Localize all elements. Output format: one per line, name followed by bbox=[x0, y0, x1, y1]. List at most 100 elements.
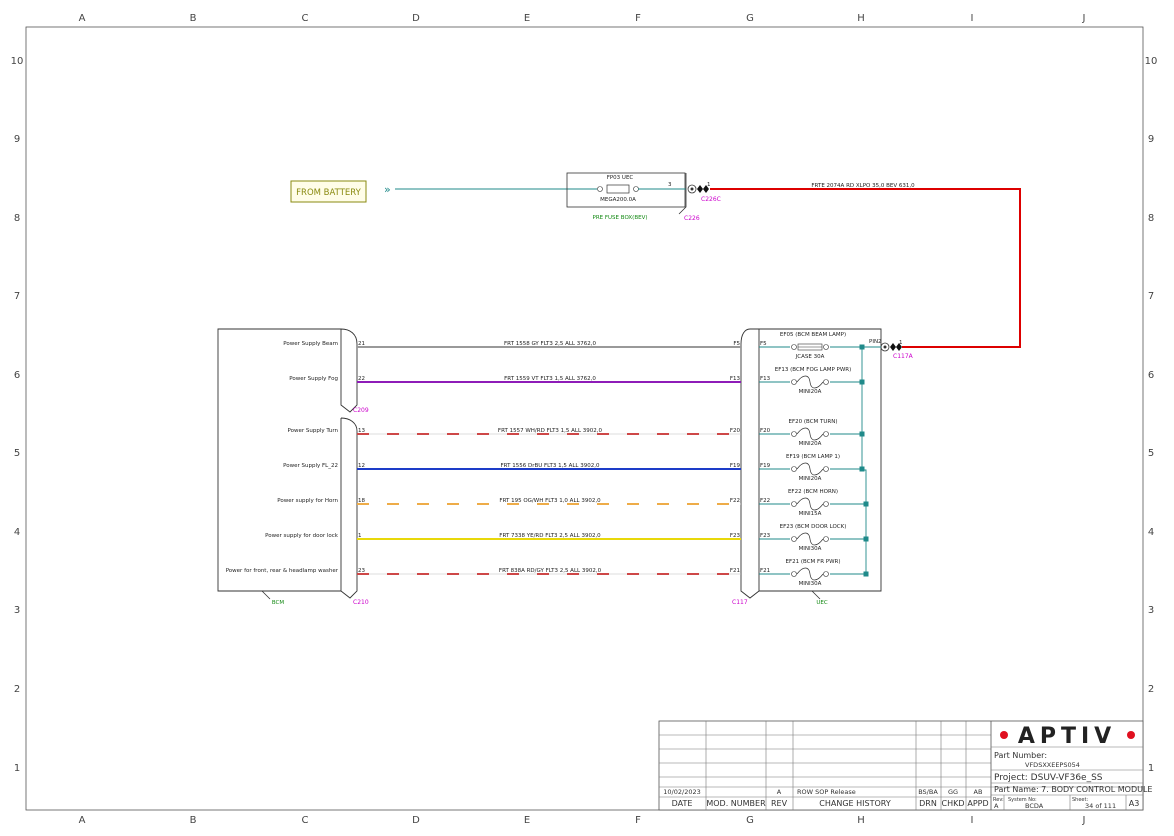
circuit-label: Power for front, rear & headlamp washer bbox=[226, 568, 339, 574]
uec-input-num: 1 bbox=[899, 340, 903, 346]
grid-row-right: 4 bbox=[1148, 527, 1154, 538]
grid-col-bottom: I bbox=[971, 815, 974, 826]
prefuse-pin: 3 bbox=[668, 182, 672, 188]
bus-junction bbox=[863, 501, 869, 507]
fuse-rating: MINI15A bbox=[799, 511, 822, 517]
tb-chkd-header: CHKD bbox=[941, 799, 964, 808]
tb-drn-value: BS/BA bbox=[918, 788, 938, 796]
fuse-terminal bbox=[823, 466, 829, 472]
fuse-terminal bbox=[791, 466, 797, 472]
fuse-terminal bbox=[791, 536, 797, 542]
grid-labels: AABBCCDDEEFFGGHHIIJJ10 109 98 87 76 65 54 43 32 2… bbox=[11, 13, 1158, 826]
circuit-label: Power Supply FL_22 bbox=[283, 463, 338, 469]
grid-row-left: 8 bbox=[14, 213, 20, 224]
grid-col-top: D bbox=[412, 13, 420, 24]
grid-row-left: 1 bbox=[14, 763, 20, 774]
grid-row-left: 3 bbox=[14, 605, 20, 616]
fuse-rating: MINI20A bbox=[799, 476, 822, 482]
tb-change-value: ROW SOP Release bbox=[797, 788, 856, 796]
fuse-name: EF13 (BCM FOG LAMP PWR) bbox=[775, 367, 852, 373]
bus-junction bbox=[859, 466, 865, 472]
grid-col-bottom: D bbox=[412, 815, 420, 826]
grid-row-left: 9 bbox=[14, 134, 20, 145]
uec-pin-outer: F20 bbox=[730, 428, 741, 434]
grid-col-top: C bbox=[302, 13, 309, 24]
fuse-terminal bbox=[823, 431, 829, 437]
circuit-label: Power supply for door lock bbox=[265, 533, 339, 539]
tb-drn-header: DRN bbox=[919, 799, 937, 808]
grid-row-left: 2 bbox=[14, 684, 20, 695]
grid-col-bottom: H bbox=[857, 815, 865, 826]
bcm-connector-c209 bbox=[340, 328, 358, 413]
wiring-diagram: AABBCCDDEEFFGGHHIIJJ10 109 98 87 76 65 54 43 32 2… bbox=[11, 13, 1158, 826]
wire-label: FRT 195 OG/WH FLT3 1,0 ALL 3902,0 bbox=[499, 498, 601, 504]
uec-pin-inner: F23 bbox=[760, 533, 771, 539]
bus-junction bbox=[859, 431, 865, 437]
grid-col-top: H bbox=[857, 13, 865, 24]
prefuse-out-pin: 1 bbox=[707, 182, 711, 188]
ring-terminal-center bbox=[690, 187, 694, 191]
fuse-terminal bbox=[823, 379, 829, 385]
fuse-terminal bbox=[791, 344, 797, 350]
grid-col-bottom: F bbox=[635, 815, 641, 826]
tb-size: A3 bbox=[1129, 799, 1140, 808]
wire-label: FRT 1556 DrBU FLT3 1,5 ALL 3902,0 bbox=[501, 463, 600, 469]
grid-row-right: 5 bbox=[1148, 448, 1154, 459]
grid-col-bottom: C bbox=[302, 815, 309, 826]
prefuse-fuse-type: MEGA200.0A bbox=[600, 197, 636, 203]
grid-col-top: I bbox=[971, 13, 974, 24]
bcm-module-box bbox=[217, 328, 341, 592]
logo-dot-left bbox=[1000, 731, 1008, 739]
fuse-terminal-left bbox=[597, 186, 603, 192]
uec-pin-outer: F21 bbox=[730, 568, 740, 574]
tb-rev-value: A bbox=[777, 788, 782, 796]
uec-pin-inner: F22 bbox=[760, 498, 770, 504]
grid-row-left: 6 bbox=[14, 370, 20, 381]
uec-pin-inner: F20 bbox=[760, 428, 771, 434]
grid-col-bottom: A bbox=[79, 815, 86, 826]
prefuse-ring-connector: C226C bbox=[701, 196, 721, 203]
fuse-name: EF19 (BCM LAMP 1) bbox=[786, 454, 840, 460]
fuse-name: EF23 (BCM DOOR LOCK) bbox=[780, 524, 847, 530]
grid-row-right: 1 bbox=[1148, 763, 1154, 774]
grid-col-top: B bbox=[190, 13, 197, 24]
grid-row-right: 9 bbox=[1148, 134, 1154, 145]
grid-col-bottom: J bbox=[1082, 815, 1086, 826]
grid-row-right: 10 bbox=[1145, 56, 1158, 67]
grid-row-left: 4 bbox=[14, 527, 20, 538]
grid-row-left: 10 bbox=[11, 56, 24, 67]
circuit-label: Power Supply Beam bbox=[283, 341, 338, 347]
mini-fuse-icon bbox=[796, 497, 824, 511]
tb-project: Project: DSUV-VF36e_SS bbox=[994, 773, 1103, 783]
main-power-wire bbox=[710, 188, 1021, 348]
fuse-terminal bbox=[823, 344, 829, 350]
chevron-arrow-icon: » bbox=[384, 183, 391, 196]
uec-input-pin: PIN2 bbox=[869, 339, 882, 345]
uec-bus-lower bbox=[862, 469, 867, 574]
grid-col-bottom: G bbox=[746, 815, 754, 826]
mini-fuse-icon bbox=[796, 532, 824, 546]
bus-junction bbox=[863, 536, 869, 542]
uec-ring-center bbox=[883, 345, 887, 349]
uec-pin-inner: F21 bbox=[760, 568, 770, 574]
grid-col-top: J bbox=[1082, 13, 1086, 24]
uec-pin-inner: F19 bbox=[760, 463, 771, 469]
bus-junction bbox=[863, 571, 869, 577]
grid-col-top: A bbox=[79, 13, 86, 24]
mega-fuse-symbol bbox=[606, 184, 630, 194]
fuse-name: EF21 (BCM FR PWR) bbox=[786, 559, 841, 565]
fuse-terminal bbox=[791, 501, 797, 507]
grid-row-right: 8 bbox=[1148, 213, 1154, 224]
grid-col-top: G bbox=[746, 13, 754, 24]
wire-label: FRT 838A RD/GY FLT3 2,5 ALL 3902,0 bbox=[499, 568, 602, 574]
tb-rev-header: REV bbox=[771, 799, 788, 808]
grid-row-left: 7 bbox=[14, 291, 20, 302]
bcm-label: BCM bbox=[272, 600, 285, 606]
tb-chkd-value: GG bbox=[948, 788, 958, 796]
fuse-rating: MINI30A bbox=[799, 546, 822, 552]
tb-system-value: BCDA bbox=[1025, 802, 1044, 810]
bus-junction bbox=[859, 344, 865, 350]
grid-row-right: 3 bbox=[1148, 605, 1154, 616]
tb-sheet-value: 34 of 111 bbox=[1085, 802, 1116, 810]
mini-fuse-icon bbox=[796, 462, 824, 476]
